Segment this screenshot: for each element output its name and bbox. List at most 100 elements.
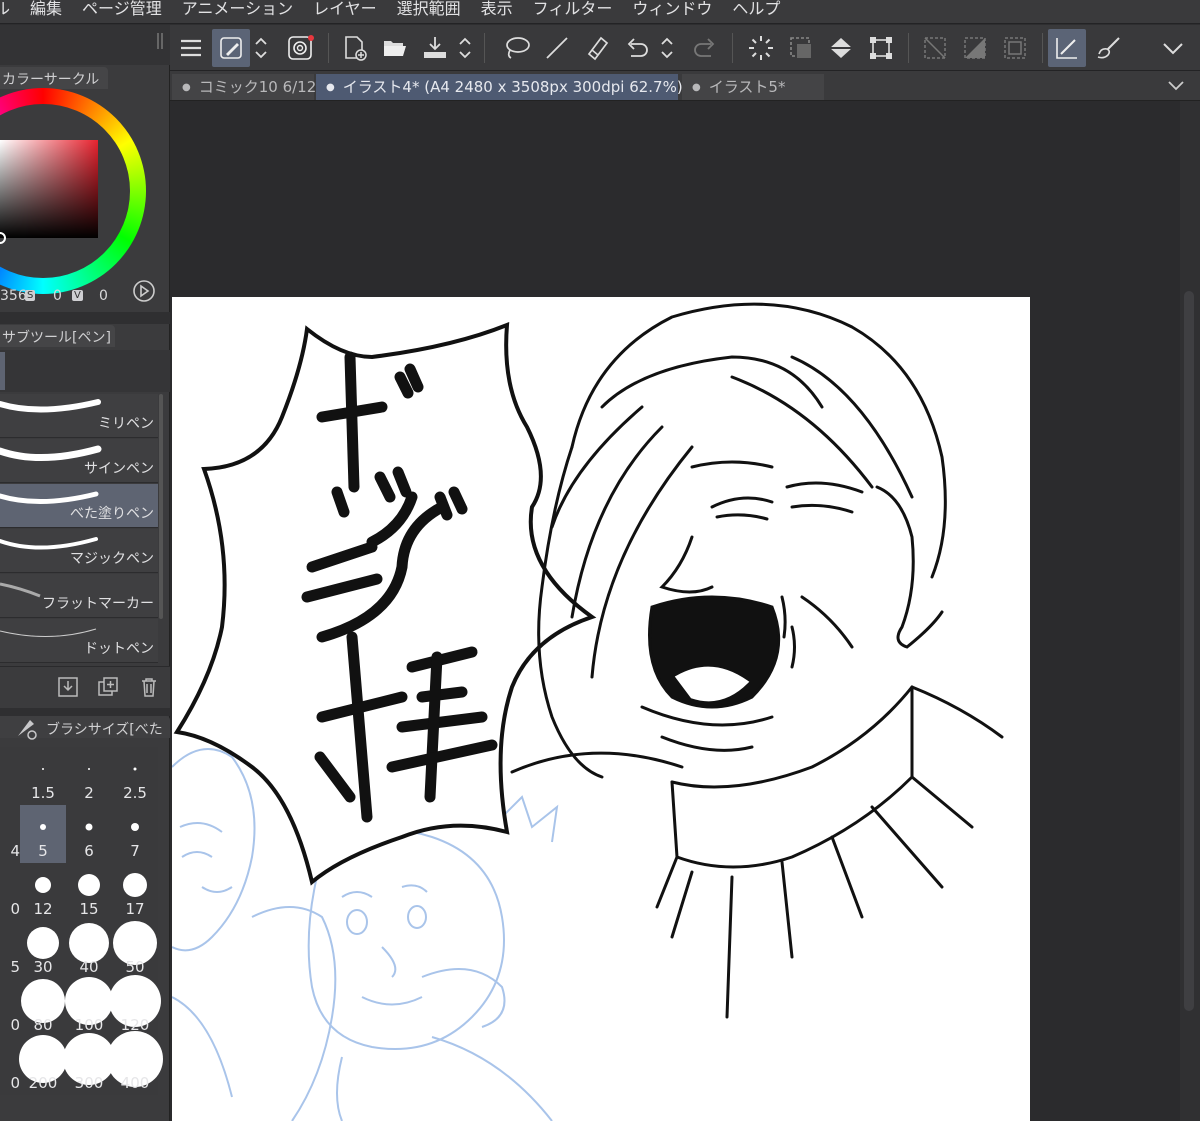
duplicate-subtool-icon[interactable] <box>97 676 119 698</box>
brush-item-fillpen[interactable]: べた塗りペン <box>0 484 158 528</box>
subtool-scrollbar[interactable] <box>159 394 163 619</box>
toolbar-scroll-button[interactable] <box>656 29 678 67</box>
toolbar-scroll-button[interactable] <box>250 29 272 67</box>
command-bar <box>170 25 1200 71</box>
folder-icon <box>384 41 406 56</box>
brush-size-dot <box>123 873 147 897</box>
brush-size-cell[interactable]: 5 <box>0 921 20 979</box>
brush-size-cell[interactable]: 17 <box>112 863 158 921</box>
brush-size-cell[interactable]: 2 <box>66 747 112 805</box>
brush-size-cell[interactable]: 80 <box>20 979 66 1037</box>
brush-size-cell[interactable]: 7 <box>112 805 158 863</box>
selection-button[interactable] <box>782 29 820 67</box>
transform-button[interactable] <box>862 29 900 67</box>
menu-help[interactable]: ヘルプ <box>722 0 790 19</box>
clear-button[interactable] <box>916 29 954 67</box>
menu-window[interactable]: ウィンドウ <box>622 0 722 19</box>
open-file-button[interactable] <box>376 29 414 67</box>
menu-edit[interactable]: 編集 <box>20 0 72 19</box>
toolbar-separator <box>328 33 329 63</box>
brush-size-cell[interactable]: 0 <box>0 979 20 1037</box>
fill-button[interactable] <box>822 29 860 67</box>
menu-animation[interactable]: アニメーション <box>172 0 303 19</box>
brush-item-millipen[interactable]: ミリペン <box>0 394 158 438</box>
menu-layer[interactable]: レイヤー <box>303 0 387 19</box>
subtool-group-indicator[interactable] <box>0 352 5 390</box>
brush-size-cell[interactable]: 15 <box>66 863 112 921</box>
brush-size-cell[interactable]: 200 <box>19 1035 67 1095</box>
menu-file[interactable]: ル <box>0 0 20 19</box>
brush-size-value: 50 <box>125 958 145 976</box>
select-all-button[interactable] <box>996 29 1034 67</box>
clip-studio-button[interactable] <box>282 29 320 67</box>
undo-icon <box>627 38 648 57</box>
simple-tool-mode-button[interactable] <box>212 29 250 67</box>
brush-size-value: 0 <box>10 1016 20 1034</box>
redo-button[interactable] <box>686 29 724 67</box>
brush-label: サインペン <box>84 461 154 477</box>
trash-icon[interactable] <box>138 676 160 698</box>
lasso-button[interactable] <box>498 29 536 67</box>
toolbar-scroll-button[interactable] <box>454 29 476 67</box>
scroll-thumb[interactable] <box>1184 291 1194 1011</box>
stabilization-button[interactable] <box>1090 29 1128 67</box>
tab-comic[interactable]: ● コミック10 6/12 <box>172 74 316 100</box>
brush-size-cell[interactable]: 2.5 <box>112 747 158 805</box>
brush-size-cell[interactable]: 50 <box>112 921 158 979</box>
undo-button[interactable] <box>618 29 656 67</box>
brush-item-signpen[interactable]: サインペン <box>0 439 158 483</box>
toolbar-separator <box>484 33 485 63</box>
tab-illust4[interactable]: ● イラスト4* (A4 2480 x 3508px 300dpi 62.7%) <box>316 74 683 100</box>
panel-grip-icon[interactable] <box>157 33 163 49</box>
brush-size-cell[interactable]: 1.5 <box>20 747 66 805</box>
save-button[interactable] <box>416 29 454 67</box>
eraser-button[interactable] <box>578 29 616 67</box>
saturation-value-square[interactable] <box>0 140 98 238</box>
pen-pressure-button[interactable] <box>1048 29 1086 67</box>
toolbar-separator <box>908 33 909 63</box>
brush-item-flatmarker[interactable]: フラットマーカー <box>0 574 158 618</box>
canvas-paper[interactable] <box>172 297 1030 1121</box>
brush-size-cell[interactable]: 30 <box>20 921 66 979</box>
eraser-icon <box>587 36 609 61</box>
menu-selection[interactable]: 選択範囲 <box>387 0 471 19</box>
download-subtool-icon[interactable] <box>57 676 79 698</box>
brush-size-cell[interactable] <box>0 747 20 805</box>
brush-size-cell[interactable]: 6 <box>66 805 112 863</box>
menu-view[interactable]: 表示 <box>471 0 523 19</box>
tab-dot-icon: ● <box>692 81 701 93</box>
hue-value: 356 <box>0 288 27 304</box>
character-lineart <box>510 302 1004 1019</box>
brush-size-cell[interactable]: 40 <box>66 921 112 979</box>
brush-size-cell[interactable]: 0 <box>0 1037 20 1095</box>
canvas-vertical-scrollbar[interactable] <box>1180 101 1200 1121</box>
brush-size-value: 1.5 <box>31 784 55 802</box>
brush-size-cell[interactable]: 12 <box>20 863 66 921</box>
invert-selection-button[interactable] <box>956 29 994 67</box>
saturation-value: 0 <box>53 288 62 304</box>
brush-size-cell[interactable]: 4 <box>0 805 20 863</box>
new-file-button[interactable] <box>336 29 374 67</box>
subtool-group-bar <box>0 350 170 392</box>
menu-button[interactable] <box>172 29 210 67</box>
tab-illust5[interactable]: ● イラスト5* <box>682 74 824 100</box>
toolbar-expand-button[interactable] <box>1154 29 1192 67</box>
brush-size-cell[interactable]: 0 <box>0 863 20 921</box>
line-tool-button[interactable] <box>538 29 576 67</box>
menu-filter[interactable]: フィルター <box>523 0 623 19</box>
brush-size-cell[interactable]: 400 <box>107 1031 163 1095</box>
brush-size-cell[interactable]: 5 <box>20 805 66 863</box>
document-tabs: ● コミック10 6/12 ● イラスト4* (A4 2480 x 3508px 3… <box>170 71 1200 101</box>
brush-size-cell[interactable]: 300 <box>63 1033 115 1095</box>
brush-item-magicpen[interactable]: マジックペン <box>0 529 158 573</box>
brush-item-dotpen[interactable]: ドットペン <box>0 619 158 663</box>
subtool-title: サブツール[ペン] <box>2 330 111 346</box>
menu-page[interactable]: ページ管理 <box>72 0 172 19</box>
loading-button[interactable] <box>742 29 780 67</box>
tab-list-chevron-icon[interactable] <box>1166 77 1186 95</box>
paint-bucket-icon <box>830 38 852 58</box>
brush-size-cell[interactable]: 120 <box>109 975 161 1037</box>
brush-size-cell[interactable]: 100 <box>65 977 113 1037</box>
subtool-footer <box>0 666 170 708</box>
color-set-icon[interactable] <box>132 279 156 303</box>
